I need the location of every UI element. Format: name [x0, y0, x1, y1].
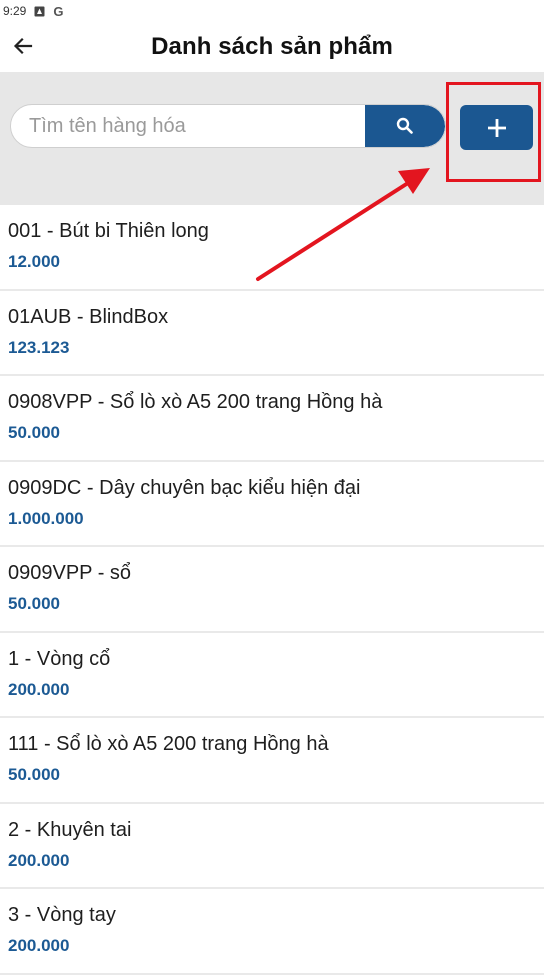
product-price: 50.000: [8, 423, 60, 442]
product-name: 0909DC - Dây chuyên bạc kiểu hiện đại: [8, 476, 361, 499]
product-price: 12.000: [8, 252, 60, 271]
product-row[interactable]: 0909DC - Dây chuyên bạc kiểu hiện đại 1.0…: [0, 462, 544, 547]
search-button[interactable]: [365, 105, 445, 147]
product-row[interactable]: 001 - Bút bi Thiên long 12.000: [0, 205, 544, 291]
status-time: 9:29: [3, 4, 27, 18]
search-input[interactable]: [11, 105, 366, 147]
app-bar: Danh sách sản phẩm: [0, 22, 544, 72]
product-price: 200.000: [8, 850, 70, 870]
product-name: 001 - Bút bi Thiên long: [8, 220, 209, 242]
product-row[interactable]: 2 - Khuyên tai 200.000: [0, 804, 544, 889]
product-name: 0908VPP - Sổ lò xò A5 200 trang Hồng hà: [8, 391, 383, 413]
product-list: 001 - Bút bi Thiên long 12.000 01AUB - Bli…: [0, 205, 544, 975]
product-row[interactable]: 0908VPP - Sổ lò xò A5 200 trang Hồng hà 5…: [0, 376, 544, 462]
plus-icon: [487, 118, 506, 137]
product-row[interactable]: 1 - Vòng cổ 200.000: [0, 633, 544, 718]
product-price: 50.000: [8, 765, 60, 784]
product-row[interactable]: 111 - Sổ lò xò A5 200 trang Hồng hà 50.00…: [0, 718, 544, 804]
product-row[interactable]: 0909VPP - sổ 50.000: [0, 547, 544, 633]
search-icon: [396, 117, 413, 134]
page-title: Danh sách sản phẩm: [151, 33, 393, 60]
search-box: [10, 104, 446, 148]
add-product-button[interactable]: [460, 105, 533, 150]
product-name: 3 - Vòng tay: [8, 904, 116, 926]
product-price: 123.123: [8, 337, 70, 357]
product-name: 0909VPP - sổ: [8, 562, 132, 584]
product-name: 2 - Khuyên tai: [8, 818, 132, 841]
notification-icon: [34, 6, 45, 17]
product-price: 200.000: [8, 936, 70, 955]
search-bar-area: [0, 72, 544, 205]
google-icon: G: [53, 3, 64, 19]
product-row[interactable]: 3 - Vòng tay 200.000: [0, 889, 544, 975]
product-price: 200.000: [8, 679, 70, 699]
product-name: 111 - Sổ lò xò A5 200 trang Hồng hà: [8, 733, 329, 755]
arrow-left-icon: [13, 37, 33, 55]
back-button[interactable]: [10, 33, 36, 59]
product-row[interactable]: 01AUB - BlindBox 123.123: [0, 291, 544, 376]
product-price: 50.000: [8, 594, 60, 613]
product-price: 1.000.000: [8, 508, 84, 528]
status-bar: 9:29 G: [0, 0, 544, 22]
product-name: 1 - Vòng cổ: [8, 647, 111, 670]
product-name: 01AUB - BlindBox: [8, 305, 169, 328]
